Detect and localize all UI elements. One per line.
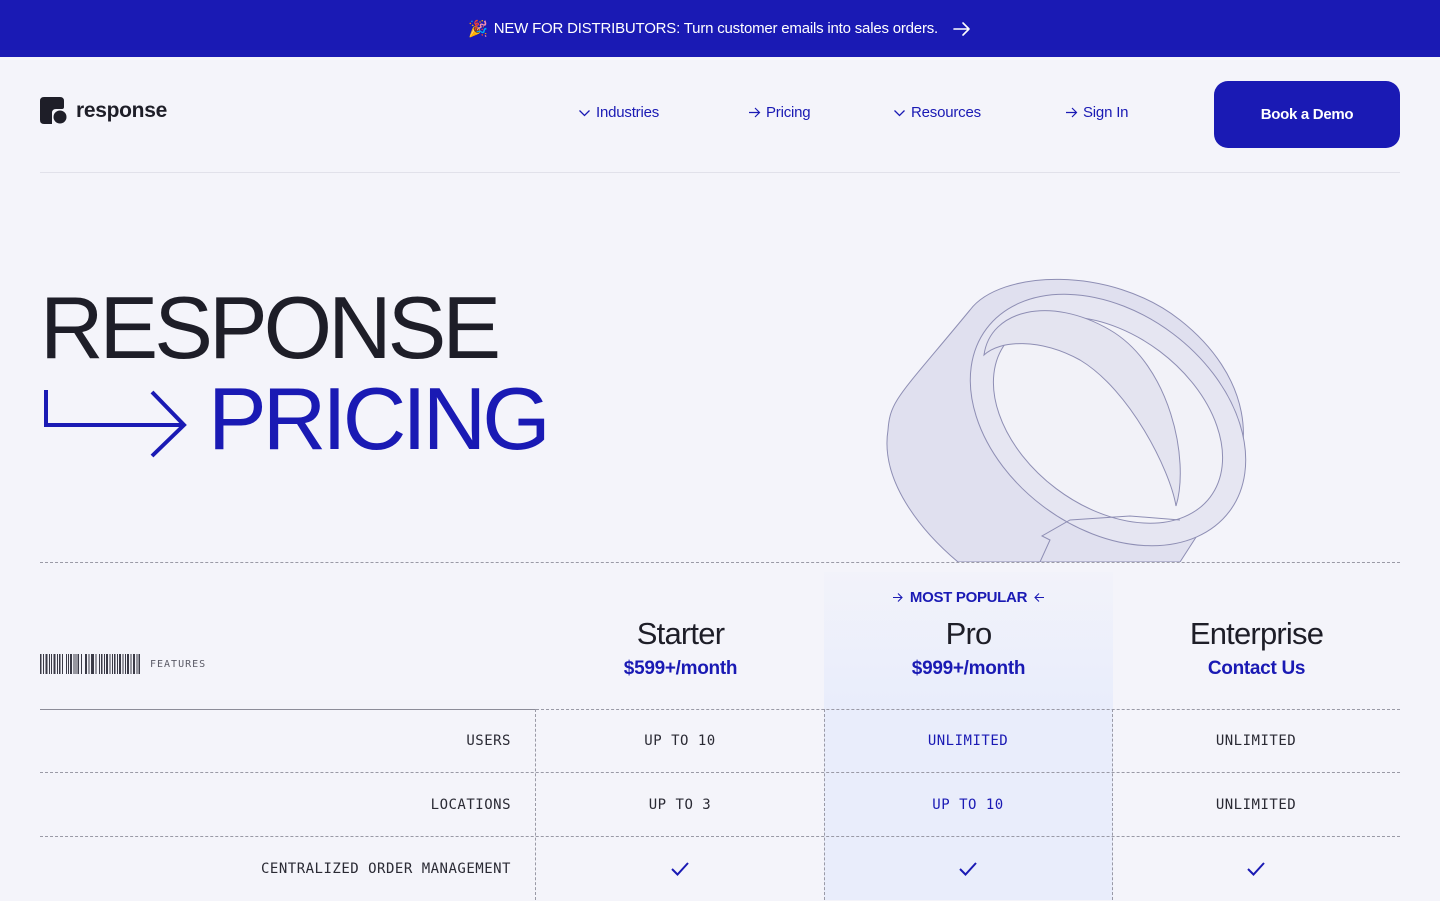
nav-pricing-label: Pricing — [766, 104, 811, 121]
pro-value — [824, 837, 1112, 901]
enterprise-value: UNLIMITED — [1215, 797, 1297, 813]
nav-resources[interactable]: Resources — [893, 104, 981, 121]
starter-value: UP TO 3 — [648, 797, 712, 813]
column-divider — [824, 709, 825, 900]
barcode-icon — [40, 654, 140, 674]
section-divider — [40, 562, 1400, 563]
most-popular-tag: MOST POPULAR — [824, 589, 1113, 606]
feature-label: USERS — [466, 733, 511, 749]
response-logo-icon — [40, 97, 67, 124]
column-divider — [1112, 709, 1113, 900]
table-row-users: USERS UP TO 10 UNLIMITED UNLIMITED — [40, 709, 1400, 773]
starter-value — [536, 837, 824, 901]
plan-enterprise: Enterprise Contact Us — [1112, 614, 1401, 680]
features-text: FEATURES — [150, 658, 207, 670]
pro-value: UP TO 10 — [932, 797, 1004, 813]
nav-resources-label: Resources — [911, 104, 981, 121]
check-icon — [671, 862, 689, 876]
feature-label: LOCATIONS — [430, 797, 511, 813]
nav-pricing[interactable]: Pricing — [748, 104, 811, 121]
nav-sign-in-label: Sign In — [1083, 104, 1129, 121]
arrow-right-icon — [892, 593, 903, 602]
chevron-down-icon — [579, 110, 590, 117]
plan-starter: Starter $599+/month — [536, 614, 825, 680]
feature-label: CENTRALIZED ORDER MANAGEMENT — [260, 861, 511, 877]
logo[interactable]: response — [40, 97, 167, 124]
arrow-right-icon — [749, 107, 761, 118]
arrow-right-icon[interactable] — [952, 19, 972, 39]
plan-price: $599+/month — [623, 658, 738, 679]
site-header: response Industries Pricing Resources Si… — [40, 57, 1400, 173]
starter-value: UP TO 10 — [644, 733, 716, 749]
features-label: FEATURES — [40, 654, 206, 674]
ring-illustration — [886, 278, 1247, 562]
plan-pro: Pro $999+/month — [824, 614, 1113, 680]
hero-title-line1: RESPONSE — [40, 278, 501, 377]
party-popper-icon: 🎉 — [467, 20, 488, 38]
pro-value: UNLIMITED — [927, 733, 1009, 749]
column-divider — [535, 709, 536, 900]
book-demo-button[interactable]: Book a Demo — [1214, 81, 1400, 148]
contact-us-link[interactable]: Contact Us — [1112, 658, 1401, 680]
nav-sign-in[interactable]: Sign In — [1065, 104, 1129, 121]
hero-title-line2: PRICING — [208, 369, 551, 468]
arrow-left-icon — [1034, 593, 1045, 602]
table-row-locations: LOCATIONS UP TO 3 UP TO 10 UNLIMITED — [40, 773, 1400, 837]
enterprise-value — [1112, 837, 1400, 901]
logo-text: response — [76, 98, 167, 122]
plan-name: Enterprise — [1189, 616, 1324, 651]
check-icon — [959, 862, 977, 876]
nav-industries[interactable]: Industries — [578, 104, 659, 121]
table-row-centralized-order-management: CENTRALIZED ORDER MANAGEMENT — [40, 837, 1400, 901]
nav-industries-label: Industries — [596, 104, 660, 121]
chevron-down-icon — [894, 110, 905, 117]
plan-name: Starter — [636, 616, 725, 651]
hero-arrow-icon — [44, 390, 187, 458]
check-icon — [1247, 862, 1265, 876]
plan-price: $999+/month — [911, 658, 1026, 679]
most-popular-label: MOST POPULAR — [909, 589, 1028, 606]
announcement-bar[interactable]: 🎉 NEW FOR DISTRIBUTORS: Turn customer em… — [0, 0, 1440, 57]
announcement-text[interactable]: NEW FOR DISTRIBUTORS: Turn customer emai… — [494, 20, 938, 37]
enterprise-value: UNLIMITED — [1215, 733, 1297, 749]
arrow-right-icon — [1066, 107, 1078, 118]
plan-name: Pro — [945, 616, 993, 651]
